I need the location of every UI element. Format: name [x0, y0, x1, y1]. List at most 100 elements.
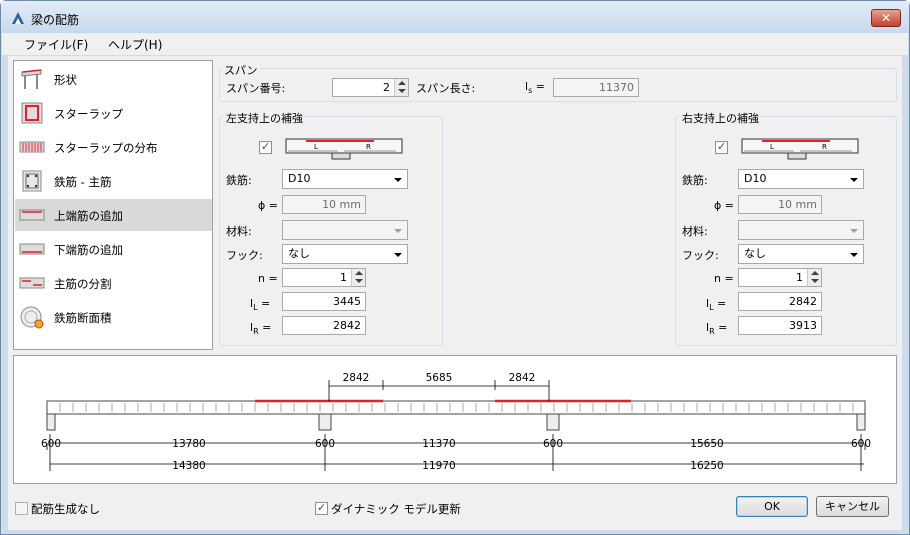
dim-clear-span-3: 15650 [690, 438, 723, 450]
n-value: 1 [796, 271, 803, 284]
ok-button[interactable]: OK [736, 496, 808, 517]
n-value: 1 [340, 271, 347, 284]
rebar-label: 鉄筋: [226, 174, 252, 187]
support-left [46, 413, 56, 431]
nav-label: 主筋の分割 [54, 277, 112, 291]
window-title: 梁の配筋 [31, 13, 80, 27]
hook-value: なし [288, 247, 310, 260]
right-n-stepper[interactable]: 1 [738, 268, 822, 287]
beam-body [46, 400, 866, 415]
support-2 [546, 413, 560, 431]
rebar-value: D10 [288, 172, 311, 185]
svg-text:L: L [314, 143, 318, 151]
top-bars-icon [19, 209, 45, 221]
dialog-window: 梁の配筋 ✕ ファイル(F) ヘルプ(H) 形状 スターラップ スターラップの分… [0, 0, 910, 535]
dim-support: 600 [543, 438, 563, 450]
dim-support: 600 [315, 438, 335, 450]
spin-arrows-icon[interactable] [394, 79, 408, 96]
span-number-value: 2 [383, 81, 390, 94]
nav-item-main-rebar[interactable]: 鉄筋 - 主筋 [15, 165, 212, 197]
close-button[interactable]: ✕ [871, 9, 901, 27]
span-number-label: スパン番号: [226, 82, 286, 95]
no-rebar-label: 配筋生成なし [31, 502, 100, 516]
stirrup-icon [21, 102, 43, 124]
n-label: n = [258, 272, 278, 285]
nav-item-rebar-area[interactable]: 鉄筋断面積 [15, 301, 212, 333]
app-icon [12, 12, 24, 24]
left-rebar-select[interactable]: D10 [282, 169, 408, 189]
group-title: スパン [222, 62, 260, 78]
dim-top-right: 2842 [509, 372, 536, 384]
main-rebar-icon [22, 170, 42, 192]
svg-text:R: R [366, 143, 371, 151]
beam-diagram: 2842 5685 2842 600 600 600 600 13780 113… [13, 355, 897, 484]
nav-label: 上端筋の追加 [54, 209, 123, 223]
dynamic-update-checkbox[interactable] [315, 501, 328, 515]
lL-label: lL = [250, 297, 271, 313]
section-diagram-icon: L R [285, 138, 403, 160]
right-lL-field[interactable]: 2842 [738, 292, 822, 311]
nav-item-stirrup[interactable]: スターラップ [15, 97, 212, 129]
nav-item-shape[interactable]: 形状 [15, 63, 212, 95]
ls-label: ls = [525, 80, 545, 96]
chevron-down-icon [394, 178, 402, 182]
menu-file[interactable]: ファイル(F) [24, 36, 88, 53]
left-lR-field[interactable]: 2842 [282, 316, 366, 335]
nav-item-top-bars[interactable]: 上端筋の追加 [15, 199, 212, 231]
left-n-stepper[interactable]: 1 [282, 268, 366, 287]
dim-top-left: 2842 [343, 372, 370, 384]
group-title: 右支持上の補強 [680, 110, 761, 126]
chevron-down-icon [850, 253, 858, 257]
menu-help[interactable]: ヘルプ(H) [108, 36, 162, 53]
cancel-button[interactable]: キャンセル [816, 496, 889, 517]
dim-axis-span-1: 14380 [172, 460, 205, 472]
bottom-bars-icon [19, 243, 45, 255]
material-label: 材料: [682, 225, 708, 238]
title-bar[interactable]: 梁の配筋 ✕ [1, 1, 909, 33]
nav-label: スターラップ [54, 107, 123, 121]
nav-label: 鉄筋断面積 [54, 311, 112, 325]
spin-arrows-icon[interactable] [351, 269, 365, 286]
left-enable-checkbox[interactable] [259, 140, 272, 154]
dim-support: 600 [41, 438, 61, 450]
dim-clear-span-1: 13780 [172, 438, 205, 450]
right-enable-checkbox[interactable] [715, 140, 728, 154]
right-lR-field[interactable]: 3913 [738, 316, 822, 335]
left-lL-field[interactable]: 3445 [282, 292, 366, 311]
section-diagram-icon: L R [741, 138, 859, 160]
right-support-group: 右支持上の補強 L R 鉄筋: D10 ϕ = 10 mm 材料: フック: な… [675, 110, 897, 346]
no-rebar-checkbox[interactable] [15, 502, 28, 515]
nav-label: 形状 [54, 73, 77, 87]
span-number-stepper[interactable]: 2 [332, 78, 409, 97]
rebar-label: 鉄筋: [682, 174, 708, 187]
nav-item-bottom-bars[interactable]: 下端筋の追加 [15, 233, 212, 265]
right-hook-select[interactable]: なし [738, 244, 864, 264]
lR-label: lR = [250, 321, 272, 337]
dim-support: 600 [851, 438, 871, 450]
spin-arrows-icon[interactable] [807, 269, 821, 286]
nav-label: 下端筋の追加 [54, 243, 123, 257]
chevron-down-icon [394, 229, 402, 233]
dialog-body: 形状 スターラップ スターラップの分布 鉄筋 - 主筋 上端筋の追加 下端筋の追… [8, 56, 902, 530]
span-group: スパン スパン番号: 2 スパン長さ: ls = 11370 [219, 62, 897, 102]
stirrup-distribution-icon [19, 141, 45, 153]
dim-axis-span-3: 16250 [690, 460, 723, 472]
right-rebar-select[interactable]: D10 [738, 169, 864, 189]
left-hook-select[interactable]: なし [282, 244, 408, 264]
hook-label: フック: [226, 249, 263, 262]
bar-split-icon [19, 277, 45, 289]
menu-bar: ファイル(F) ヘルプ(H) [2, 33, 908, 55]
hook-value: なし [744, 247, 766, 260]
nav-item-stirrup-distribution[interactable]: スターラップの分布 [15, 131, 212, 163]
span-length-label: スパン長さ: [416, 82, 476, 95]
chevron-down-icon [850, 178, 858, 182]
beam-elevation: 2842 5685 2842 600 600 600 600 13780 113… [41, 372, 871, 472]
svg-text:R: R [822, 143, 827, 151]
phi-label: ϕ = [714, 199, 734, 212]
close-icon: ✕ [880, 11, 892, 25]
beam-segment-ticks [59, 403, 854, 412]
dim-clear-span-2: 11370 [422, 438, 455, 450]
lR-label: lR = [706, 321, 728, 337]
nav-item-bar-split[interactable]: 主筋の分割 [15, 267, 212, 299]
span-length-field: 11370 [553, 78, 639, 97]
